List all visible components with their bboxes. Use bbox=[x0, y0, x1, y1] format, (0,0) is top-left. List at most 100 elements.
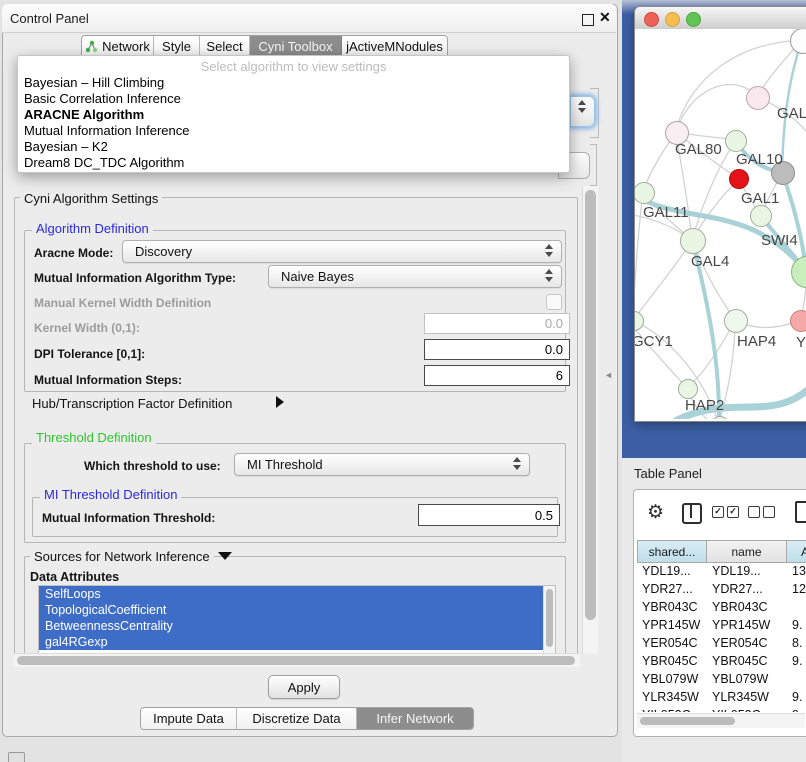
inference-algorithm-combobox-fragment[interactable] bbox=[570, 96, 595, 127]
expand-arrow-icon[interactable] bbox=[276, 396, 284, 408]
menu-item-aracne[interactable]: ARACNE Algorithm bbox=[22, 107, 564, 123]
menu-item-dream8[interactable]: Dream8 DC_TDC Algorithm bbox=[22, 155, 564, 171]
list-item[interactable]: BetweennessCentrality bbox=[39, 618, 555, 634]
which-threshold-combobox[interactable]: MI Threshold bbox=[234, 453, 530, 476]
spinner-arrows-icon bbox=[545, 269, 554, 282]
tab-label: Discretize Data bbox=[252, 711, 340, 726]
dpi-tolerance-field[interactable]: 0.0 bbox=[424, 339, 570, 360]
hidden-groupbox-edge bbox=[590, 144, 597, 186]
table-hscrollbar[interactable] bbox=[637, 713, 805, 728]
list-vscrollbar[interactable] bbox=[543, 586, 555, 654]
group-title: MI Threshold Definition bbox=[40, 487, 181, 502]
network-edges bbox=[635, 29, 806, 419]
sources-title: Sources for Network Inference bbox=[34, 549, 210, 564]
node-label: GAL80 bbox=[675, 141, 722, 158]
tab-label: Cyni Toolbox bbox=[258, 39, 332, 54]
bottom-tabbar: Impute Data Discretize Data Infer Networ… bbox=[140, 707, 474, 730]
data-attributes-list: SelfLoops TopologicalCoefficient Between… bbox=[38, 585, 556, 655]
mi-type-combobox[interactable]: Naive Bayes bbox=[268, 265, 562, 288]
network-node-red[interactable] bbox=[729, 169, 749, 189]
tab-jactivemnodules[interactable]: jActiveMNodules bbox=[342, 36, 447, 57]
kernel-width-field[interactable]: 0.0 bbox=[424, 313, 570, 334]
network-node[interactable] bbox=[746, 86, 770, 110]
splitpane-resize-arrow-icon[interactable]: ◄ bbox=[604, 370, 613, 380]
control-panel-title: Control Panel bbox=[10, 11, 89, 26]
kernel-width-label: Kernel Width (0,1): bbox=[34, 321, 140, 335]
network-node-gal1[interactable] bbox=[750, 205, 772, 227]
combobox-value: MI Threshold bbox=[247, 457, 323, 472]
network-node-pink[interactable] bbox=[790, 310, 806, 332]
tab-style[interactable]: Style bbox=[154, 36, 200, 57]
network-window-titlebar[interactable] bbox=[635, 7, 806, 30]
split-columns-icon[interactable] bbox=[682, 503, 702, 524]
checked-checkbox-icon[interactable]: ✓ bbox=[727, 506, 739, 518]
table-hscrollbar-thumb[interactable] bbox=[640, 717, 735, 725]
data-attributes-label: Data Attributes bbox=[30, 570, 119, 584]
list-item[interactable]: SelfLoops bbox=[39, 586, 555, 602]
list-vscrollbar-thumb[interactable] bbox=[546, 589, 553, 647]
tab-label: Select bbox=[206, 39, 242, 54]
manual-kernel-checkbox[interactable] bbox=[546, 294, 562, 310]
network-node-hap4[interactable] bbox=[724, 309, 748, 333]
mi-threshold-label: Mutual Information Threshold: bbox=[42, 511, 215, 525]
algorithm-dropdown-popup: Select algorithm to view settings Bayesi… bbox=[17, 55, 570, 173]
tab-label: Impute Data bbox=[153, 711, 224, 726]
close-icon[interactable]: ✕ bbox=[599, 9, 611, 26]
node-label: GAL10 bbox=[736, 151, 783, 168]
mi-steps-field[interactable]: 6 bbox=[424, 365, 570, 386]
network-node-gal10[interactable] bbox=[725, 130, 747, 152]
window-minimize-button[interactable] bbox=[665, 12, 680, 27]
collapse-arrow-icon[interactable] bbox=[218, 552, 232, 560]
tab-discretize-data[interactable]: Discretize Data bbox=[237, 708, 357, 729]
node-label: HAP2 bbox=[685, 397, 724, 414]
window-zoom-button[interactable] bbox=[686, 12, 701, 27]
group-title: Threshold Definition bbox=[32, 430, 156, 445]
tab-label: jActiveMNodules bbox=[346, 39, 443, 54]
gear-icon[interactable]: ⚙ bbox=[647, 501, 664, 524]
unchecked-checkbox-icon[interactable] bbox=[763, 506, 775, 518]
mi-threshold-field[interactable]: 0.5 bbox=[418, 504, 560, 526]
list-item[interactable]: gal4RGexp bbox=[39, 634, 555, 650]
menu-item-mutual-information[interactable]: Mutual Information Inference bbox=[22, 123, 564, 139]
tab-infer-network[interactable]: Infer Network bbox=[357, 708, 473, 729]
settings-vscrollbar[interactable] bbox=[582, 186, 598, 654]
group-title: Cyni Algorithm Settings bbox=[20, 191, 162, 206]
checked-checkbox-icon[interactable]: ✓ bbox=[712, 506, 724, 518]
float-window-icon[interactable] bbox=[582, 14, 594, 26]
column-header-partial[interactable]: A bbox=[786, 540, 806, 563]
menu-item-basic-correlation[interactable]: Basic Correlation Inference bbox=[22, 91, 564, 107]
document-icon[interactable] bbox=[795, 501, 806, 523]
node-label: Y bbox=[796, 334, 806, 351]
tab-cyni-toolbox[interactable]: Cyni Toolbox bbox=[250, 36, 342, 57]
column-header-shared-name[interactable]: shared... bbox=[637, 540, 707, 563]
window-close-button[interactable] bbox=[644, 12, 659, 27]
tab-impute-data[interactable]: Impute Data bbox=[141, 708, 237, 729]
spinner-arrows-icon bbox=[513, 457, 522, 470]
control-panel-titlebar bbox=[2, 4, 616, 33]
popup-prompt: Select algorithm to view settings bbox=[18, 59, 569, 74]
settings-vscrollbar-thumb[interactable] bbox=[585, 190, 596, 620]
tab-select[interactable]: Select bbox=[200, 36, 250, 57]
node-label: SWI4 bbox=[761, 232, 798, 249]
settings-hscrollbar-thumb[interactable] bbox=[17, 656, 575, 665]
unchecked-checkbox-icon[interactable] bbox=[748, 506, 760, 518]
minimized-panel-icon[interactable] bbox=[8, 752, 25, 762]
hub-definition-label[interactable]: Hub/Transcription Factor Definition bbox=[32, 396, 232, 411]
column-header-name[interactable]: name bbox=[706, 540, 787, 563]
tab-network[interactable]: Network bbox=[82, 36, 154, 57]
settings-hscrollbar[interactable] bbox=[14, 653, 580, 667]
menu-item-bayesian-hill-climbing[interactable]: Bayesian – Hill Climbing bbox=[22, 75, 564, 91]
group-title: Algorithm Definition bbox=[32, 221, 153, 236]
apply-button[interactable]: Apply bbox=[268, 675, 340, 699]
network-node-gal4[interactable] bbox=[680, 228, 706, 254]
network-canvas[interactable]: GAL7 GAL80 GAL10 GAL1 GAL11 SWI4 GAL4 GC… bbox=[635, 29, 806, 419]
node-label: GAL7 bbox=[777, 105, 806, 122]
aracne-mode-combobox[interactable]: Discovery bbox=[122, 240, 562, 263]
menu-item-bayesian-k2[interactable]: Bayesian – K2 bbox=[22, 139, 564, 155]
group-title: Sources for Network Inference bbox=[30, 549, 214, 564]
network-node-hap2[interactable] bbox=[678, 379, 698, 399]
aracne-mode-label: Aracne Mode: bbox=[34, 246, 113, 260]
list-item[interactable]: TopologicalCoefficient bbox=[39, 602, 555, 618]
manual-kernel-label: Manual Kernel Width Definition bbox=[34, 296, 211, 310]
combobox-value: Discovery bbox=[135, 244, 192, 259]
